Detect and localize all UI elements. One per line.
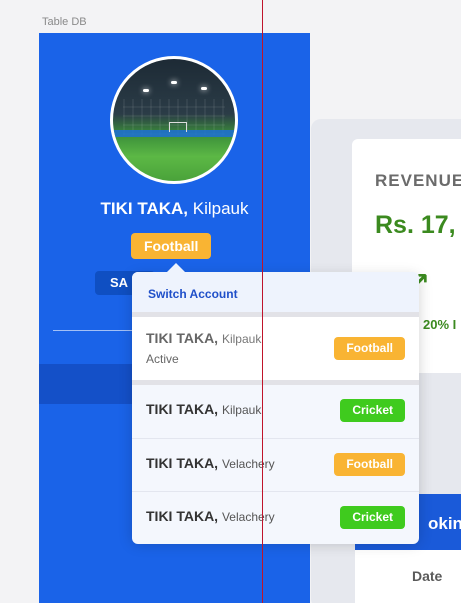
account-location: Kilpauk xyxy=(221,403,262,417)
bookings-title: oking xyxy=(428,514,461,533)
account-location: Velachery xyxy=(221,457,275,471)
sport-badge[interactable]: Football xyxy=(131,233,212,259)
stadium-light xyxy=(201,87,207,90)
account-location: Kilpauk xyxy=(221,332,262,346)
venue-avatar[interactable] xyxy=(110,56,238,184)
sport-badge-football: Football xyxy=(334,337,405,360)
sport-badge-football: Football xyxy=(334,453,405,476)
account-item[interactable]: TIKI TAKA, Kilpauk Cricket xyxy=(132,385,419,438)
guide-line xyxy=(262,0,263,603)
column-header-date[interactable]: Date xyxy=(412,568,442,584)
account-title: TIKI TAKA, xyxy=(146,401,219,417)
account-title: TIKI TAKA, xyxy=(146,330,219,346)
account-item[interactable]: TIKI TAKA, Velachery Football xyxy=(132,438,419,491)
dropdown-caret xyxy=(167,263,185,272)
goal-post xyxy=(169,122,188,133)
venue-name: TIKI TAKA, xyxy=(100,199,188,218)
frame-label: Table DB xyxy=(42,16,87,28)
account-location: Velachery xyxy=(221,510,275,524)
bookings-table: Date xyxy=(355,550,461,603)
sport-badge-cricket: Cricket xyxy=(340,506,405,529)
account-item-active[interactable]: TIKI TAKA, Kilpauk Active Football xyxy=(132,317,419,380)
revenue-change: 20% I xyxy=(423,317,457,332)
revenue-amount: Rs. 17, xyxy=(375,211,456,239)
dropdown-header: Switch Account xyxy=(132,272,419,312)
stadium-light xyxy=(171,81,177,84)
account-title: TIKI TAKA, xyxy=(146,508,219,524)
sport-badge-cricket: Cricket xyxy=(340,399,405,422)
venue-title: TIKI TAKA, Kilpauk xyxy=(39,199,310,219)
stadium-light xyxy=(143,89,149,92)
account-title: TIKI TAKA, xyxy=(146,455,219,471)
switch-account-dropdown: Switch Account TIKI TAKA, Kilpauk Active… xyxy=(132,263,419,544)
venue-location: Kilpauk xyxy=(192,199,249,218)
revenue-label: REVENUE xyxy=(375,171,461,190)
account-item[interactable]: TIKI TAKA, Velachery Cricket xyxy=(132,491,419,544)
sidebar-nav-active[interactable] xyxy=(39,364,139,404)
